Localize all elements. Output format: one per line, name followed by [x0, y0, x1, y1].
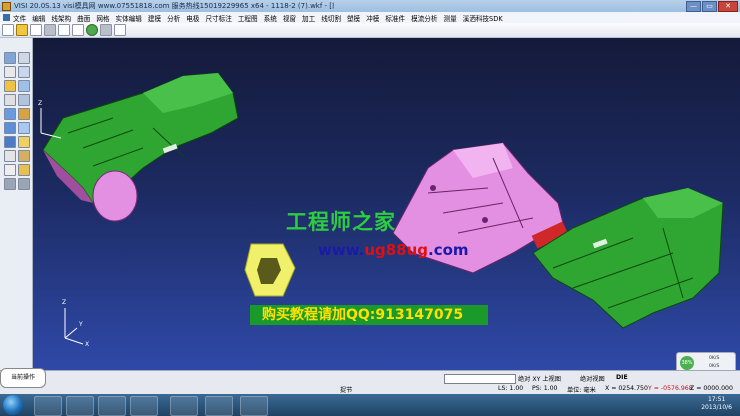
coord-z: Z = 0000.000 [690, 385, 733, 392]
menu-item-electrode[interactable]: 电极 [186, 13, 199, 23]
axis-z-label: Z [38, 100, 42, 107]
start-button-icon[interactable] [3, 395, 23, 415]
green-part-left[interactable] [42, 72, 239, 222]
rotate-icon[interactable] [18, 80, 30, 92]
menu-item-file[interactable]: 文件 [13, 13, 26, 23]
menu-item-solid-edit[interactable]: 实体编辑 [116, 13, 142, 23]
app-icon[interactable] [2, 1, 11, 11]
menu-item-plastic-mold[interactable]: 塑模 [347, 13, 360, 23]
watermark-url: www.ug88ug.com [318, 241, 469, 259]
layer-icon[interactable] [18, 108, 30, 120]
taskbar-explorer-icon[interactable] [98, 396, 126, 416]
status-unit: 单位: 毫米 [567, 387, 596, 394]
menu-item-mesh[interactable]: 网格 [96, 13, 109, 23]
axis-z-label-bottom: Z [62, 299, 66, 306]
redo-icon[interactable] [100, 24, 112, 36]
status-bar: 捉节 LS: 1.00 PS: 1.00 绝对 XY 上视图 绝对视图 DIE … [0, 370, 740, 395]
shaded-icon[interactable] [18, 94, 30, 106]
menu-item-analysis[interactable]: 分析 [167, 13, 180, 23]
windows-taskbar: 17:51 2013/10/6 [0, 394, 740, 416]
coord-x: X = 0254.750 [605, 385, 648, 392]
current-operation-tooltip: 当前操作 [0, 368, 46, 388]
coord-y: Y = -0576.968 [648, 385, 693, 392]
taskbar-vim-icon[interactable] [205, 396, 233, 416]
zoom-window-icon[interactable] [4, 66, 16, 78]
section-icon[interactable] [18, 122, 30, 134]
view-top-icon[interactable] [18, 52, 30, 64]
menu-item-view[interactable]: 视窗 [283, 13, 296, 23]
speed-percent: 38% [680, 356, 694, 370]
pan-icon[interactable] [4, 80, 16, 92]
status-view-abs[interactable]: 绝对视图 [580, 374, 605, 383]
download-speed: 0K/S [709, 356, 720, 361]
attribute-icon[interactable] [18, 136, 30, 148]
green-part-right[interactable] [532, 187, 724, 329]
taskbar-ie-icon[interactable] [34, 396, 62, 416]
menu-item-measure[interactable]: 测量 [444, 13, 457, 23]
menu-item-wireframe[interactable]: 线架构 [51, 13, 71, 23]
menu-app-icon[interactable] [3, 14, 10, 21]
taskbar-app-icon[interactable] [130, 396, 158, 416]
select-icon[interactable] [4, 108, 16, 120]
watermark-contact: 购买教程请加QQ:913147075 [262, 307, 464, 323]
tray-date: 2013/10/6 [701, 404, 732, 411]
axis-x-label: X [85, 341, 89, 348]
menu-item-modeling[interactable]: 建模 [148, 13, 161, 23]
axis-triad-bottom: Z X Y [62, 299, 89, 348]
status-snap[interactable]: 捉节 [340, 385, 352, 394]
window-title: VISI 20.0S.13 visi模具网 www.07551818.com 服… [14, 2, 334, 10]
forward-arrow-icon[interactable] [18, 178, 30, 190]
command-input[interactable] [444, 374, 516, 384]
measure-icon[interactable] [4, 136, 16, 148]
taskbar-visi-icon[interactable] [170, 396, 198, 416]
undo-icon[interactable] [86, 24, 98, 36]
show-icon[interactable] [18, 150, 30, 162]
menu-item-wire-cut[interactable]: 线切割 [321, 13, 341, 23]
main-toolbar [0, 23, 740, 38]
open-folder-icon[interactable] [16, 24, 28, 36]
status-ps: PS: 1.00 [532, 385, 558, 392]
window-title-bar: VISI 20.0S.13 visi模具网 www.07551818.com 服… [0, 0, 740, 12]
left-tool-palette [0, 38, 33, 370]
menu-item-surface[interactable]: 曲面 [77, 13, 90, 23]
iso-view-icon[interactable] [4, 122, 16, 134]
view-front-icon[interactable] [4, 52, 16, 64]
taskbar-tool-icon[interactable] [240, 396, 268, 416]
menu-item-edit[interactable]: 编辑 [32, 13, 45, 23]
print-icon[interactable] [44, 24, 56, 36]
watermark-title: 工程师之家 [286, 210, 396, 234]
menu-item-flow-analysis[interactable]: 模流分析 [411, 13, 437, 23]
zoom-all-icon[interactable] [18, 66, 30, 78]
back-arrow-icon[interactable] [4, 178, 16, 190]
copy-icon[interactable] [58, 24, 70, 36]
status-view-xy[interactable]: 绝对 XY 上视图 [518, 374, 561, 383]
menu-item-system[interactable]: 系统 [264, 13, 277, 23]
image-icon[interactable] [18, 164, 30, 176]
properties-icon[interactable] [4, 164, 16, 176]
axis-y-label: Y [78, 321, 83, 328]
new-file-icon[interactable] [2, 24, 14, 36]
maximize-button[interactable]: ▭ [702, 1, 717, 12]
status-ls: LS: 1.00 [498, 385, 524, 392]
wireframe-icon[interactable] [4, 94, 16, 106]
tray-clock[interactable]: 17:51 2013/10/6 [701, 396, 732, 412]
menu-item-dimension[interactable]: 尺寸标注 [205, 13, 231, 23]
tray-time: 17:51 [707, 396, 726, 403]
paste-icon[interactable] [72, 24, 84, 36]
help-icon[interactable] [114, 24, 126, 36]
status-die[interactable]: DIE [616, 374, 628, 381]
menu-item-drawing[interactable]: 工程图 [238, 13, 258, 23]
watermark-logo-icon [244, 243, 296, 297]
save-icon[interactable] [30, 24, 42, 36]
menu-item-stamping[interactable]: 冲模 [366, 13, 379, 23]
menu-item-sdk[interactable]: 溪洒科技SDK [463, 13, 503, 23]
menu-item-standard-parts[interactable]: 标准件 [385, 13, 405, 23]
upload-speed: 0K/S [709, 364, 720, 369]
taskbar-qq-icon[interactable] [66, 396, 94, 416]
menu-item-machining[interactable]: 加工 [302, 13, 315, 23]
minimize-button[interactable]: — [686, 1, 701, 12]
hide-icon[interactable] [4, 150, 16, 162]
close-button[interactable]: ✕ [718, 1, 738, 12]
